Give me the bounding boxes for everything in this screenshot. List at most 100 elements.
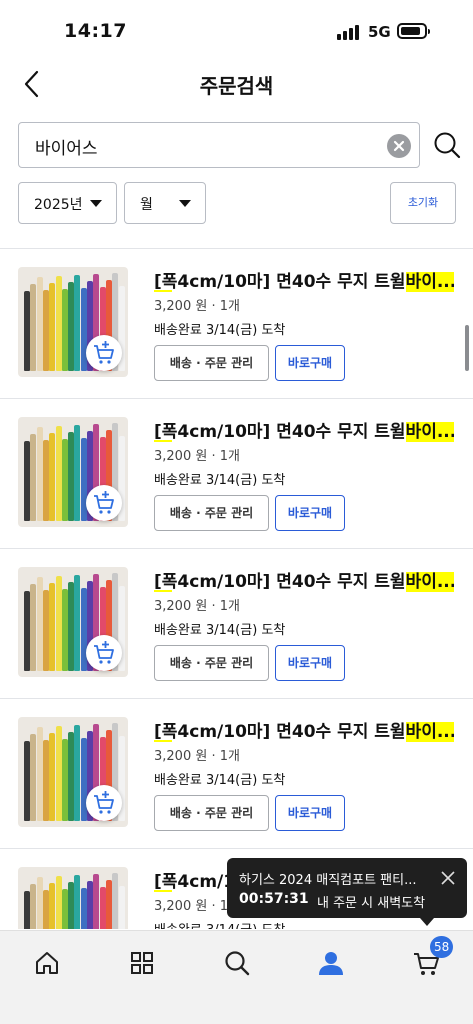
fabric-roll <box>87 881 93 929</box>
fabric-roll <box>36 427 43 521</box>
reset-button[interactable]: 초기화 <box>390 182 456 224</box>
add-to-cart-button[interactable] <box>86 335 122 371</box>
toast-pointer <box>420 918 434 926</box>
status-bar: 14:17 5G <box>0 0 473 62</box>
search-input[interactable] <box>35 133 375 159</box>
fabric-roll <box>24 891 30 929</box>
search-icon <box>225 951 250 976</box>
order-item[interactable]: [폭4cm/10마] 면40수 무지 트윌바이... 3,200 원 · 1개배송… <box>0 249 473 399</box>
highlight-underline <box>154 440 172 442</box>
fabric-roll <box>99 887 106 929</box>
order-manage-button[interactable]: 배송 · 주문 관리 <box>154 345 269 381</box>
fabric-roll <box>93 874 100 929</box>
product-title-text: [폭4cm/10마] 면40수 무지 트윌 <box>154 422 406 442</box>
year-select-value: 2025년 <box>34 197 83 213</box>
fabric-roll <box>42 740 49 821</box>
network-label: 5G <box>368 23 391 41</box>
fabric-roll <box>30 284 37 371</box>
buy-now-button[interactable]: 바로구매 <box>275 795 345 831</box>
fabric-roll <box>55 426 62 521</box>
toast-close-button[interactable] <box>440 870 456 886</box>
fabric-roll <box>61 439 68 521</box>
cart-plus-icon <box>94 641 114 664</box>
fabric-roll <box>61 739 68 821</box>
order-manage-button[interactable]: 배송 · 주문 관리 <box>154 645 269 681</box>
order-item[interactable]: [폭4cm/10마] 면40수 무지 트윌바이... 3,200 원 · 1개배송… <box>0 699 473 849</box>
highlight-underline <box>154 890 172 892</box>
fabric-roll <box>30 734 37 821</box>
product-title[interactable]: [폭4cm/10마] 면40수 무지 트윌바이... <box>154 417 454 442</box>
fabric-roll <box>74 875 81 929</box>
tab-search[interactable] <box>217 943 257 983</box>
cart-plus-icon <box>94 491 114 514</box>
buy-now-button[interactable]: 바로구매 <box>275 345 345 381</box>
caret-down-icon <box>179 200 191 207</box>
product-title[interactable]: [폭4cm/10마] 면40수 무지 트윌바이... <box>154 267 454 292</box>
fabric-roll <box>68 432 75 521</box>
month-select[interactable]: 월 <box>124 182 206 224</box>
fabric-roll <box>61 289 68 371</box>
product-price: 3,200 원 · 1개 <box>154 449 240 464</box>
fabric-roll <box>55 876 62 929</box>
search-button[interactable] <box>432 130 462 160</box>
fabric-roll <box>68 282 75 371</box>
tab-category[interactable] <box>122 943 162 983</box>
toast-title: 하기스 2024 매직컴포트 팬티... <box>239 873 417 888</box>
fabric-roll <box>24 441 30 521</box>
product-title-text: [폭4cm/10마] 면40수 무지 트윌 <box>154 722 406 742</box>
search-icon <box>434 132 461 159</box>
fabric-roll <box>68 732 75 821</box>
product-thumbnail[interactable] <box>18 867 128 929</box>
title-ellipsis: ... <box>436 272 454 292</box>
fabric-roll <box>55 726 62 821</box>
product-title[interactable]: [폭4cm/10마] 면40수 무지 트윌바이... <box>154 717 454 742</box>
battery-icon <box>397 23 430 39</box>
fabric-roll <box>55 276 62 371</box>
order-item[interactable]: [폭4cm/10마] 면40수 무지 트윌바이... 3,200 원 · 1개배송… <box>0 549 473 699</box>
scrollbar[interactable] <box>465 325 469 371</box>
delivery-status: 배송완료 3/14(금) 도착 <box>154 773 286 788</box>
add-to-cart-button[interactable] <box>86 785 122 821</box>
search-row <box>18 122 463 168</box>
fabric-roll <box>30 584 37 671</box>
buy-now-button[interactable]: 바로구매 <box>275 495 345 531</box>
product-title-text: [폭4cm/10마] 면40수 무지 트윌 <box>154 572 406 592</box>
clear-search-button[interactable] <box>387 134 411 158</box>
fabric-roll <box>74 725 81 821</box>
order-manage-button[interactable]: 배송 · 주문 관리 <box>154 495 269 531</box>
delivery-status: 배송완료 3/14(금) 도착 <box>154 323 286 338</box>
product-title[interactable]: [폭4cm/10마] 면40수 무지 트윌바이... <box>154 567 454 592</box>
order-list: [폭4cm/10마] 면40수 무지 트윌바이...3,200 원 · 1개배송… <box>0 249 473 929</box>
order-item[interactable]: [폭4cm/10마] 면40수 무지 트윌바이... 3,200 원 · 1개배송… <box>0 399 473 549</box>
fabric-roll <box>24 741 30 821</box>
fabric-roll <box>42 590 49 671</box>
fabric-roll <box>42 290 49 371</box>
add-to-cart-button[interactable] <box>86 485 122 521</box>
cart-count-badge: 58 <box>430 936 454 958</box>
delivery-status: 배송완료 3/14(금) 도착 <box>154 473 286 488</box>
product-price: 3,200 원 · 1개 <box>154 599 240 614</box>
fabric-roll <box>49 283 56 371</box>
user-icon <box>319 952 343 975</box>
fabric-roll <box>49 733 56 821</box>
fabric-roll <box>68 582 75 671</box>
fabric-roll <box>49 583 56 671</box>
tab-my[interactable] <box>311 943 351 983</box>
fabric-roll <box>74 275 81 371</box>
fabric-roll <box>42 890 49 929</box>
toast-message: 내 주문 시 새벽도착 <box>317 896 426 911</box>
tab-home[interactable] <box>27 943 67 983</box>
clear-circle-icon <box>393 140 405 152</box>
fabric-roll <box>55 576 62 671</box>
buy-now-button[interactable]: 바로구매 <box>275 645 345 681</box>
order-manage-button[interactable]: 배송 · 주문 관리 <box>154 795 269 831</box>
product-price: 3,200 원 · 1개 <box>154 749 240 764</box>
fabric-roll <box>112 873 119 929</box>
search-highlight: 바이 <box>405 572 437 592</box>
caret-down-icon <box>90 200 102 207</box>
year-select[interactable]: 2025년 <box>18 182 117 224</box>
search-box <box>18 122 420 168</box>
home-icon <box>36 952 58 974</box>
add-to-cart-button[interactable] <box>86 635 122 671</box>
delivery-toast[interactable]: 하기스 2024 매직컴포트 팬티... 00:57:31 내 주문 시 새벽도… <box>227 858 467 926</box>
